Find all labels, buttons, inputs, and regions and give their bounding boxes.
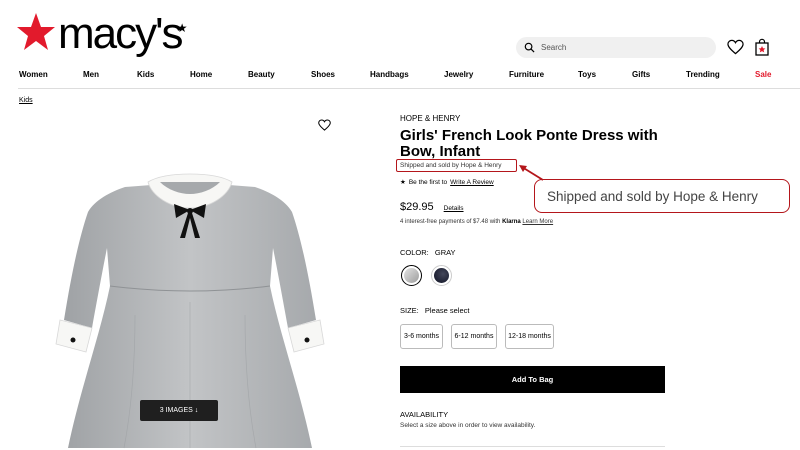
logo-wordmark: macy's ★ <box>58 12 187 56</box>
color-label-prefix: COLOR: <box>400 248 429 257</box>
nav-item-toys[interactable]: Toys <box>578 70 596 79</box>
nav-item-beauty[interactable]: Beauty <box>248 70 275 79</box>
klarna-info: 4 interest-free payments of $7.48 with K… <box>400 219 553 225</box>
shipped-by-text: Shipped and sold by Hope & Henry <box>400 162 502 169</box>
nav-item-handbags[interactable]: Handbags <box>370 70 409 79</box>
size-selected-value: Please select <box>424 306 470 315</box>
product-title: Girls' French Look Ponte Dress with Bow,… <box>400 127 658 160</box>
color-swatch-navy[interactable] <box>431 265 452 286</box>
favorite-heart-icon[interactable] <box>318 119 331 131</box>
product-brand[interactable]: HOPE & HENRY <box>400 114 460 123</box>
price-details-link[interactable]: Details <box>444 205 464 212</box>
nav-item-jewelry[interactable]: Jewelry <box>444 70 473 79</box>
search-bar[interactable] <box>516 37 716 58</box>
nav-divider <box>18 88 800 89</box>
availability-title: AVAILABILITY <box>400 410 449 419</box>
size-option-6-12-months[interactable]: 6-12 months <box>451 324 497 349</box>
section-divider <box>400 446 665 447</box>
nav-item-kids[interactable]: Kids <box>137 70 154 79</box>
main-nav: Women Men Kids Home Beauty Shoes Handbag… <box>0 70 800 84</box>
macys-logo[interactable]: macy's ★ <box>16 12 187 56</box>
klarna-text: 4 interest-free payments of $7.48 with <box>400 219 501 225</box>
nav-item-furniture[interactable]: Furniture <box>509 70 544 79</box>
nav-item-shoes[interactable]: Shoes <box>311 70 335 79</box>
availability-text: Select a size above in order to view ava… <box>400 422 536 429</box>
nav-item-sale[interactable]: Sale <box>755 70 771 79</box>
search-input[interactable] <box>541 43 701 52</box>
shopping-bag-icon[interactable] <box>755 38 769 56</box>
write-review-link[interactable]: Write A Review <box>450 179 494 186</box>
annotation-callout: Shipped and sold by Hope & Henry <box>534 179 790 213</box>
color-selected-value: GRAY <box>434 248 456 257</box>
review-row: ★ Be the first to Write A Review <box>400 178 494 187</box>
nav-item-men[interactable]: Men <box>83 70 99 79</box>
size-label: SIZE: Please select <box>400 306 469 315</box>
small-star-icon: ★ <box>176 21 188 35</box>
review-prefix: Be the first to <box>408 178 448 186</box>
nav-item-gifts[interactable]: Gifts <box>632 70 650 79</box>
nav-item-home[interactable]: Home <box>190 70 212 79</box>
nav-item-trending[interactable]: Trending <box>686 70 720 79</box>
nav-item-women[interactable]: Women <box>19 70 48 79</box>
view-images-button[interactable]: 3 IMAGES ↓ <box>140 400 218 421</box>
size-option-12-18-months[interactable]: 12-18 months <box>505 324 554 349</box>
add-to-bag-button[interactable]: Add To Bag <box>400 366 665 393</box>
klarna-logo: Klarna <box>502 219 521 225</box>
product-price: $29.95 <box>400 201 434 213</box>
size-label-prefix: SIZE: <box>400 306 419 315</box>
wishlist-heart-icon[interactable] <box>727 39 744 55</box>
color-swatch-gray[interactable] <box>401 265 422 286</box>
size-option-3-6-months[interactable]: 3-6 months <box>400 324 443 349</box>
breadcrumb-kids[interactable]: Kids <box>19 97 33 104</box>
shipped-by-highlight: Shipped and sold by Hope & Henry <box>396 159 517 172</box>
color-label: COLOR: GRAY <box>400 248 456 257</box>
learn-more-link[interactable]: Learn More <box>522 219 553 225</box>
red-star-icon <box>17 13 55 50</box>
price-row: $29.95 Details <box>400 201 464 213</box>
callout-text: Shipped and sold by Hope & Henry <box>547 188 758 204</box>
search-icon <box>524 42 535 53</box>
star-icon: ★ <box>400 179 406 186</box>
